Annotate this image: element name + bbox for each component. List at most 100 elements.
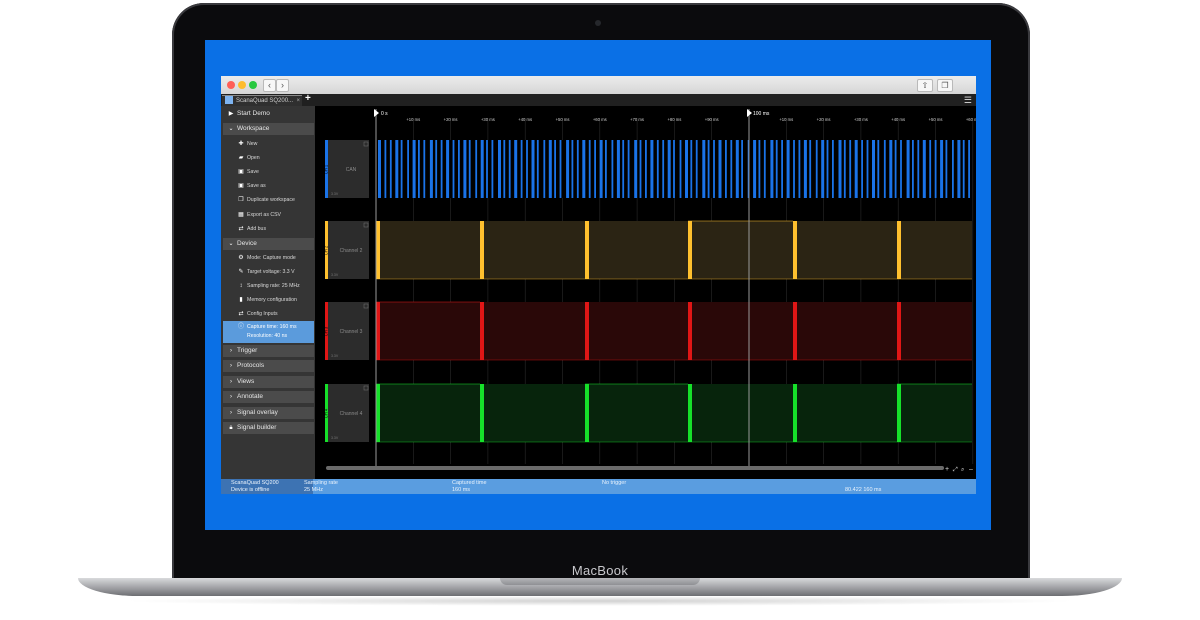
- sidebar-item-open[interactable]: ▰ Open: [223, 152, 314, 164]
- signal-bit: [536, 140, 539, 198]
- signal-bit: [531, 140, 535, 198]
- minimize-window-button[interactable]: [238, 81, 246, 89]
- sidebar-item-duplicate[interactable]: ❐ Duplicate workspace: [223, 194, 314, 206]
- time-tick-label: +80 ms: [667, 117, 681, 122]
- signal-bit: [679, 140, 682, 198]
- sidebar-section-signal-builder[interactable]: 🔒︎ Signal builder: [223, 422, 314, 434]
- signal-bit: [917, 140, 920, 198]
- channel-id-label: CH 2: [324, 245, 329, 255]
- signal-bit: [435, 140, 438, 198]
- sidebar-item-memory[interactable]: ▮ Memory configuration: [223, 294, 314, 306]
- sidebar-item-voltage[interactable]: ✎ Target voltage: 3.3 V: [223, 266, 314, 278]
- sidebar-section-device[interactable]: ⌄ Device: [223, 238, 314, 250]
- signal-bit: [452, 140, 455, 198]
- share-icon[interactable]: ⇧: [917, 79, 933, 92]
- window-icon[interactable]: ❐: [937, 79, 953, 92]
- time-tick-label: +10 ms: [406, 117, 420, 122]
- signal-bit: [526, 140, 528, 198]
- signal-bit: [725, 140, 727, 198]
- signal-bit: [498, 140, 501, 198]
- sidebar-section-workspace[interactable]: ⌄ Workspace: [223, 123, 314, 135]
- waveform-view[interactable]: +10 ms +20 ms +30 ms +40 ms +50 ms +60 ms +70 …: [321, 106, 976, 479]
- channel-name-label: CAN: [346, 167, 357, 173]
- device-tab-icon: [225, 96, 233, 105]
- sidebar-item-mode[interactable]: ⚙ Mode: Capture mode: [223, 252, 314, 264]
- channel-scale-label: 3.3V: [331, 192, 339, 196]
- signal-bit: [508, 140, 511, 198]
- channel-id-label: CH 3: [324, 326, 329, 336]
- fit-icon[interactable]: ⤢: [953, 466, 958, 473]
- sidebar-section-trigger[interactable]: › Trigger: [223, 345, 314, 357]
- channel-id-label: CH 4: [324, 408, 329, 418]
- tab-bar: ScanaQuad SQ200... × + ☰: [221, 93, 976, 107]
- signal-bit: [781, 140, 783, 198]
- channel-scale-label: 3.3V: [331, 273, 339, 277]
- search-icon[interactable]: ⌕: [961, 466, 964, 473]
- zoom-in-icon[interactable]: +: [945, 466, 949, 473]
- signal-bit: [627, 140, 630, 198]
- signal-pulse: [585, 221, 589, 279]
- horizontal-scrollbar[interactable]: [326, 466, 944, 470]
- sidebar-item-add-bus[interactable]: ⇄ Add bus: [223, 223, 314, 235]
- signal-pulse: [480, 384, 484, 442]
- sidebar-section-signal-overlay[interactable]: › Signal overlay: [223, 407, 314, 419]
- channel-name-label: Channel 4: [340, 411, 363, 417]
- back-button[interactable]: ‹: [263, 79, 276, 92]
- signal-pulse: [688, 221, 692, 279]
- sidebar-item-new[interactable]: ✚ New: [223, 138, 314, 150]
- signal-bit: [883, 140, 886, 198]
- signal-bit: [798, 140, 801, 198]
- sidebar-section-annotate[interactable]: › Annotate: [223, 391, 314, 403]
- chevron-down-icon: ⌄: [228, 241, 234, 247]
- link-icon: ⇄: [238, 226, 244, 232]
- signal-pulse: [897, 302, 901, 360]
- maximize-window-button[interactable]: [249, 81, 257, 89]
- sidebar-item-sampling[interactable]: ↕ Sampling rate: 25 MHz: [223, 280, 314, 292]
- sidebar-item-config-inputs[interactable]: ⇄ Config Inputs: [223, 308, 314, 320]
- status-captured-label: Captured time: [452, 480, 487, 486]
- status-device-state: Device is offline: [231, 487, 270, 493]
- signal-bit: [468, 140, 471, 198]
- sidebar-item-save[interactable]: ▣ Save: [223, 166, 314, 178]
- plus-icon[interactable]: +: [305, 93, 311, 104]
- sidebar-item-save-as[interactable]: ▣ Save as: [223, 180, 314, 192]
- channel-name-label: Channel 3: [340, 329, 363, 335]
- laptop-shadow: [120, 596, 1080, 606]
- time-start-label: 0 s: [381, 111, 388, 117]
- gear-icon: ⚙: [238, 255, 244, 261]
- signal-bit: [378, 140, 381, 198]
- signal-pulse: [688, 384, 692, 442]
- plus-icon: ✚: [238, 141, 244, 147]
- settings-icon[interactable]: ☰: [964, 95, 972, 106]
- sidebar-section-views[interactable]: › Views: [223, 376, 314, 388]
- signal-bit: [957, 140, 961, 198]
- sidebar-item-capture-info[interactable]: ⓘ Capture time: 160 ms Resolution: 40 ns: [223, 321, 314, 343]
- signal-bit: [934, 140, 937, 198]
- sidebar-item-export-csv[interactable]: ▦ Export as CSV: [223, 209, 314, 221]
- signal-bit: [894, 140, 897, 198]
- signal-bit: [634, 140, 638, 198]
- time-tick-label: +60 ms: [966, 117, 976, 122]
- signal-bit: [906, 140, 910, 198]
- sidebar-start-demo[interactable]: ▶ Start Demo: [223, 108, 314, 120]
- chevron-right-icon: ›: [230, 363, 232, 369]
- signal-track: [376, 384, 972, 442]
- signal-bit: [695, 140, 698, 198]
- signal-track: [376, 221, 972, 279]
- signal-bit: [707, 140, 710, 198]
- signal-bit: [912, 140, 914, 198]
- signal-bit: [849, 140, 852, 198]
- channel-scale-label: 3.3V: [331, 436, 339, 440]
- signal-bit: [968, 140, 970, 198]
- close-window-button[interactable]: [227, 81, 235, 89]
- zoom-out-icon[interactable]: –: [969, 466, 973, 473]
- signal-bit: [803, 140, 807, 198]
- signal-pulse: [793, 221, 797, 279]
- sidebar-section-protocols[interactable]: › Protocols: [223, 360, 314, 372]
- forward-button[interactable]: ›: [276, 79, 289, 92]
- signal-bit: [543, 140, 546, 198]
- signal-bit: [458, 140, 460, 198]
- signal-bit: [605, 140, 607, 198]
- save-icon: ▣: [238, 169, 244, 175]
- signal-bit: [639, 140, 642, 198]
